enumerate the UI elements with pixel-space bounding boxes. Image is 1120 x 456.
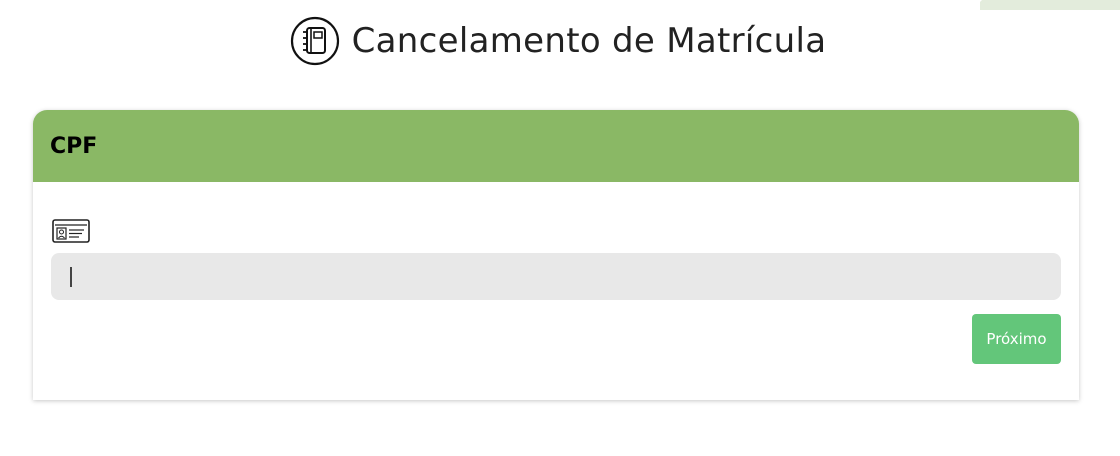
notebook-icon <box>290 16 339 66</box>
corner-decoration <box>980 0 1120 10</box>
page-header: Cancelamento de Matrícula <box>0 15 1120 67</box>
text-cursor <box>70 267 72 287</box>
page: Cancelamento de Matrícula CPF Próximo <box>0 0 1120 456</box>
cpf-input[interactable] <box>51 253 1061 300</box>
id-card-icon <box>52 219 90 243</box>
card-header: CPF <box>33 110 1079 182</box>
cpf-card: CPF Próximo <box>33 110 1079 400</box>
next-button[interactable]: Próximo <box>972 314 1061 364</box>
card-title: CPF <box>50 133 98 159</box>
page-title: Cancelamento de Matrícula <box>351 21 827 61</box>
